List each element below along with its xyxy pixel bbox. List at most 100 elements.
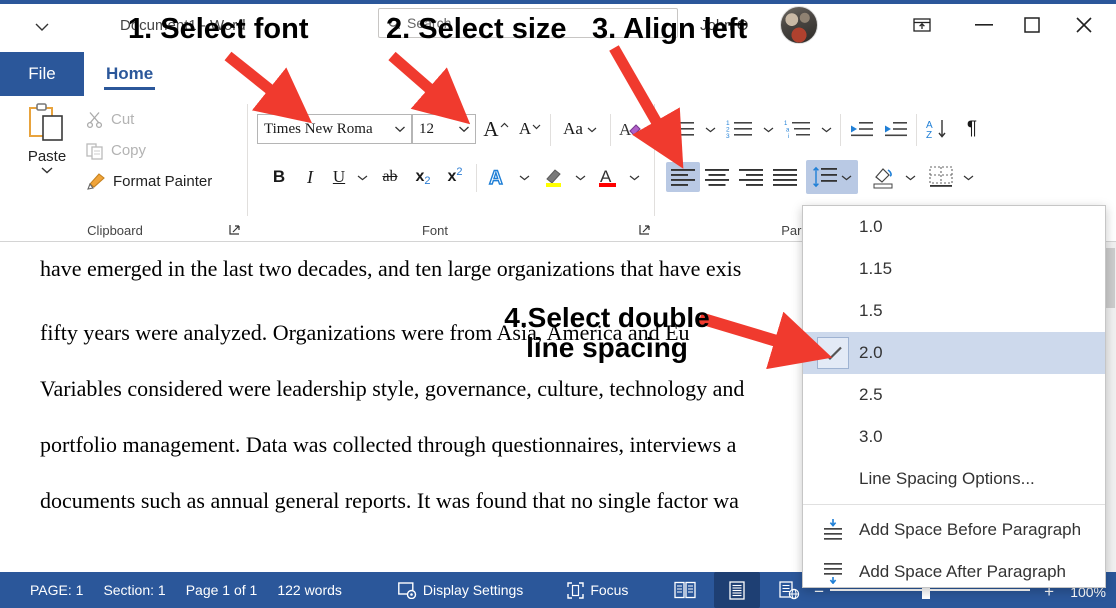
shading-icon[interactable]	[866, 162, 900, 192]
add-space-before-icon	[817, 514, 849, 546]
strikethrough-button[interactable]: ab	[374, 162, 406, 192]
status-section[interactable]: Section: 1	[93, 576, 175, 604]
group-separator	[840, 114, 841, 146]
chevron-down-icon	[587, 126, 597, 133]
group-separator	[247, 104, 248, 216]
font-color-icon[interactable]: A	[592, 162, 624, 192]
menu-separator	[803, 504, 1105, 505]
group-separator	[654, 104, 655, 216]
clipboard-dialog-launcher[interactable]	[226, 221, 242, 237]
status-page[interactable]: PAGE: 1	[20, 576, 93, 604]
numbering-icon[interactable]: 123	[722, 114, 758, 144]
font-name-value: Times New Roma	[258, 121, 389, 138]
search-input[interactable]: Search	[378, 8, 678, 38]
menu-item-label: 1.15	[859, 259, 892, 279]
print-layout-button[interactable]	[714, 572, 760, 608]
increase-indent-icon[interactable]	[878, 114, 912, 144]
copy-button[interactable]: Copy	[82, 137, 150, 164]
avatar[interactable]	[780, 6, 818, 44]
change-case-button[interactable]: Aa	[554, 114, 606, 144]
maximize-icon[interactable]	[1006, 6, 1058, 44]
clear-formatting-icon[interactable]: A	[614, 114, 648, 144]
menu-item-spacing-1-0[interactable]: 1.0	[803, 206, 1105, 248]
underline-chevron-down-icon[interactable]	[352, 162, 372, 192]
font-name-combo[interactable]: Times New Roma	[257, 114, 412, 144]
format-painter-icon	[86, 173, 106, 191]
font-size-chevron-down-icon[interactable]	[453, 115, 475, 143]
check-slot	[817, 379, 849, 411]
menu-item-spacing-3-0[interactable]: 3.0	[803, 416, 1105, 458]
menu-item-add-space-before-paragraph[interactable]: Add Space Before Paragraph	[803, 509, 1105, 551]
close-icon[interactable]	[1058, 6, 1110, 44]
minimize-icon[interactable]	[958, 6, 1010, 44]
align-left-button[interactable]	[666, 162, 700, 192]
check-slot	[817, 211, 849, 243]
italic-button[interactable]: I	[295, 162, 325, 192]
numbering-chevron-down-icon[interactable]	[758, 114, 778, 144]
bold-label: B	[273, 167, 285, 187]
multilevel-list-icon[interactable]: 1ai	[780, 114, 816, 144]
chevron-down-icon	[532, 123, 541, 130]
font-dialog-launcher[interactable]	[636, 221, 652, 237]
read-mode-button[interactable]	[666, 575, 704, 605]
cut-button[interactable]: Cut	[82, 106, 138, 133]
subscript-button[interactable]: x2	[408, 162, 438, 192]
font-color-chevron-down-icon[interactable]	[624, 162, 644, 192]
shading-chevron-down-icon[interactable]	[900, 162, 920, 192]
justify-button[interactable]	[768, 162, 802, 192]
menu-item-spacing-2-0[interactable]: 2.0	[803, 332, 1105, 374]
show-formatting-marks-button[interactable]: ¶	[956, 114, 988, 144]
borders-icon[interactable]	[924, 162, 958, 192]
group-separator	[610, 114, 611, 146]
tab-file[interactable]: File	[0, 52, 84, 96]
menu-item-line-spacing-options[interactable]: Line Spacing Options...	[803, 458, 1105, 500]
align-right-button[interactable]	[734, 162, 768, 192]
decrease-indent-icon[interactable]	[844, 114, 878, 144]
status-page-of[interactable]: Page 1 of 1	[176, 576, 268, 604]
bullets-chevron-down-icon[interactable]	[700, 114, 720, 144]
text-highlight-color-icon[interactable]	[538, 162, 570, 192]
text-highlight-chevron-down-icon[interactable]	[570, 162, 590, 192]
superscript-button[interactable]: x2	[440, 162, 470, 192]
web-layout-icon	[779, 581, 800, 600]
svg-text:3: 3	[726, 133, 730, 139]
word-window: Document1 - Word Search John O File Home…	[0, 0, 1116, 608]
font-name-chevron-down-icon[interactable]	[389, 115, 411, 143]
group-separator	[476, 164, 477, 192]
line-spacing-button[interactable]	[806, 160, 858, 194]
display-settings-label: Display Settings	[423, 582, 523, 598]
focus-label: Focus	[590, 582, 628, 598]
borders-chevron-down-icon[interactable]	[958, 162, 978, 192]
paste-button[interactable]: Paste	[18, 102, 76, 206]
menu-item-spacing-1-15[interactable]: 1.15	[803, 248, 1105, 290]
bullets-icon[interactable]	[664, 114, 700, 144]
grow-font-button[interactable]: A	[480, 114, 512, 144]
format-painter-button[interactable]: Format Painter	[82, 168, 216, 195]
line-spacing-dropdown-menu[interactable]: 1.0 1.15 1.5 2.0 2.5 3.0 Line Spacing Op…	[802, 205, 1106, 588]
account-name[interactable]: John O	[700, 12, 748, 40]
font-size-combo[interactable]: 12	[412, 114, 476, 144]
align-center-button[interactable]	[700, 162, 734, 192]
sort-icon[interactable]: AZ	[920, 114, 954, 144]
svg-text:Z: Z	[926, 130, 932, 140]
multilevel-chevron-down-icon[interactable]	[816, 114, 836, 144]
customize-quick-access-toolbar-icon[interactable]	[24, 14, 60, 40]
underline-button[interactable]: U	[326, 162, 352, 192]
bold-button[interactable]: B	[264, 162, 294, 192]
chevron-up-icon	[500, 122, 509, 129]
status-word-count[interactable]: 122 words	[267, 576, 352, 604]
shrink-font-button[interactable]: A	[514, 114, 546, 144]
tab-home[interactable]: Home	[96, 52, 163, 96]
menu-item-spacing-1-5[interactable]: 1.5	[803, 290, 1105, 332]
ribbon-display-options-icon[interactable]	[896, 6, 948, 44]
display-settings-button[interactable]: Display Settings	[388, 576, 533, 604]
menu-item-label: 3.0	[859, 427, 883, 447]
text-effects-icon[interactable]: A	[482, 162, 514, 192]
menu-item-spacing-2-5[interactable]: 2.5	[803, 374, 1105, 416]
focus-button[interactable]: Focus	[557, 576, 638, 604]
document-title: Document1 - Word	[120, 12, 360, 40]
menu-item-add-space-after-paragraph[interactable]: Add Space After Paragraph	[803, 551, 1105, 593]
scissors-icon	[86, 111, 104, 129]
text-effects-chevron-down-icon[interactable]	[514, 162, 534, 192]
superscript-label: x	[447, 168, 456, 186]
